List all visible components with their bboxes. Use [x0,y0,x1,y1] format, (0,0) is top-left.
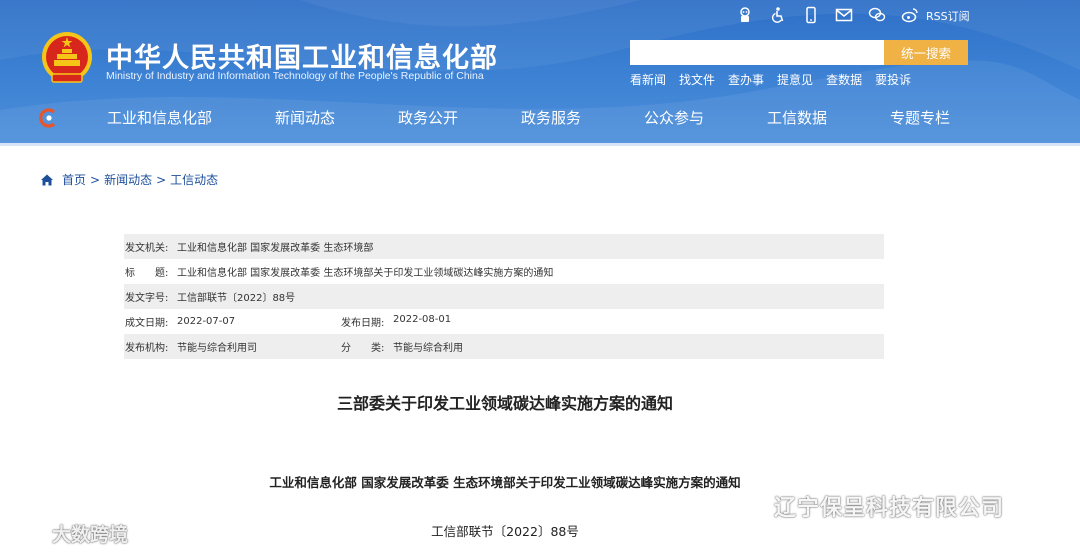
mail-icon[interactable] [833,4,855,26]
watermark-right: 辽宁保呈科技有限公司 [732,490,1004,522]
nav-item-news[interactable]: 新闻动态 [275,107,335,128]
doc-number-label: 发文字号: [125,293,169,304]
weibo-icon[interactable] [899,4,921,26]
article-title: 三部委关于印发工业领域碳达峰实施方案的通知 [336,394,673,413]
info-row-title: 标 题: 工业和信息化部 国家发展改革委 生态环境部关于印发工业领域碳达峰实施方… [124,259,884,284]
site-header: 中华人民共和国工业和信息化部 Ministry of Industry and … [0,0,1080,145]
site-subtitle: Ministry of Industry and Information Tec… [106,70,484,82]
top-utility-icons [734,4,932,26]
quick-link-complaint[interactable]: 要投诉 [875,71,911,88]
issuer-label: 发文机关: [125,243,169,254]
title-value: 工业和信息化部 国家发展改革委 生态环境部关于印发工业领域碳达峰实施方案的通知 [177,268,554,279]
watermark-left-text: 大数跨境 [52,524,129,546]
rss-subscribe-link[interactable]: RSS订阅 [926,8,970,24]
mobile-icon[interactable] [800,4,822,26]
header-divider [0,143,1080,146]
miit-logo-icon[interactable] [38,107,60,129]
robot-icon[interactable] [734,4,756,26]
category-value: 节能与综合利用 [393,343,463,354]
breadcrumb: 首页 > 新闻动态 > 工信动态 [40,171,218,188]
quick-links: 看新闻 找文件 查办事 提意见 查数据 要投诉 [630,71,924,88]
title-label: 标 题: [125,268,169,279]
org-value: 节能与综合利用司 [177,343,257,354]
created-date-value: 2022-07-07 [177,316,236,327]
info-row-issuer: 发文机关: 工业和信息化部 国家发展改革委 生态环境部 [124,234,884,259]
quick-link-files[interactable]: 找文件 [679,71,715,88]
issuer-value: 工业和信息化部 国家发展改革委 生态环境部 [177,243,374,254]
quick-link-news[interactable]: 看新闻 [630,71,666,88]
breadcrumb-separator: > [156,172,167,187]
quick-link-services[interactable]: 查办事 [728,71,764,88]
published-date-value: 2022-08-01 [393,314,452,325]
info-row-doc-number: 发文字号: 工信部联节〔2022〕88号 [124,284,884,309]
home-icon[interactable] [40,173,54,187]
dashuju-logo-icon [10,526,48,541]
nav-item-services[interactable]: 政务服务 [521,107,581,128]
published-date-label: 发布日期: [341,318,385,329]
created-date-label: 成文日期: [125,318,169,329]
breadcrumb-current[interactable]: 工信动态 [170,171,218,188]
quick-link-feedback[interactable]: 提意见 [777,71,813,88]
document-number: 工信部联节〔2022〕88号 [431,524,579,539]
wechat-watermark-icon [733,492,767,519]
breadcrumb-home[interactable]: 首页 [62,171,86,188]
doc-number-value: 工信部联节〔2022〕88号 [177,293,296,304]
org-label: 发布机构: [125,343,169,354]
document-title: 工业和信息化部 国家发展改革委 生态环境部关于印发工业领域碳达峰实施方案的通知 [269,475,741,490]
breadcrumb-separator: > [90,172,101,187]
breadcrumb-news[interactable]: 新闻动态 [104,171,152,188]
info-row-org: 发布机构: 节能与综合利用司 分 类: 节能与综合利用 [124,334,884,359]
quick-link-data[interactable]: 查数据 [826,71,862,88]
watermark-right-text: 辽宁保呈科技有限公司 [774,496,1005,521]
national-emblem-icon[interactable] [40,30,94,86]
nav-item-ministry[interactable]: 工业和信息化部 [107,107,212,128]
nav-item-gov-affairs[interactable]: 政务公开 [398,107,458,128]
search-field [630,40,884,65]
search-input[interactable] [630,40,884,65]
accessibility-icon[interactable] [767,4,789,26]
nav-item-data[interactable]: 工信数据 [767,107,827,128]
category-label: 分 类: [341,343,385,354]
info-row-dates: 成文日期: 2022-07-07 发布日期: 2022-08-01 [124,309,884,334]
main-nav: 工业和信息化部 新闻动态 政务公开 政务服务 公众参与 工信数据 专题专栏 [0,101,1080,133]
nav-item-participation[interactable]: 公众参与 [644,107,704,128]
search-button[interactable]: 统一搜索 [884,40,968,65]
document-info-table: 发文机关: 工业和信息化部 国家发展改革委 生态环境部 标 题: 工业和信息化部… [124,234,884,359]
nav-item-topics[interactable]: 专题专栏 [890,107,950,128]
watermark-left: 大数跨境 [8,520,128,547]
wechat-icon[interactable] [866,4,888,26]
